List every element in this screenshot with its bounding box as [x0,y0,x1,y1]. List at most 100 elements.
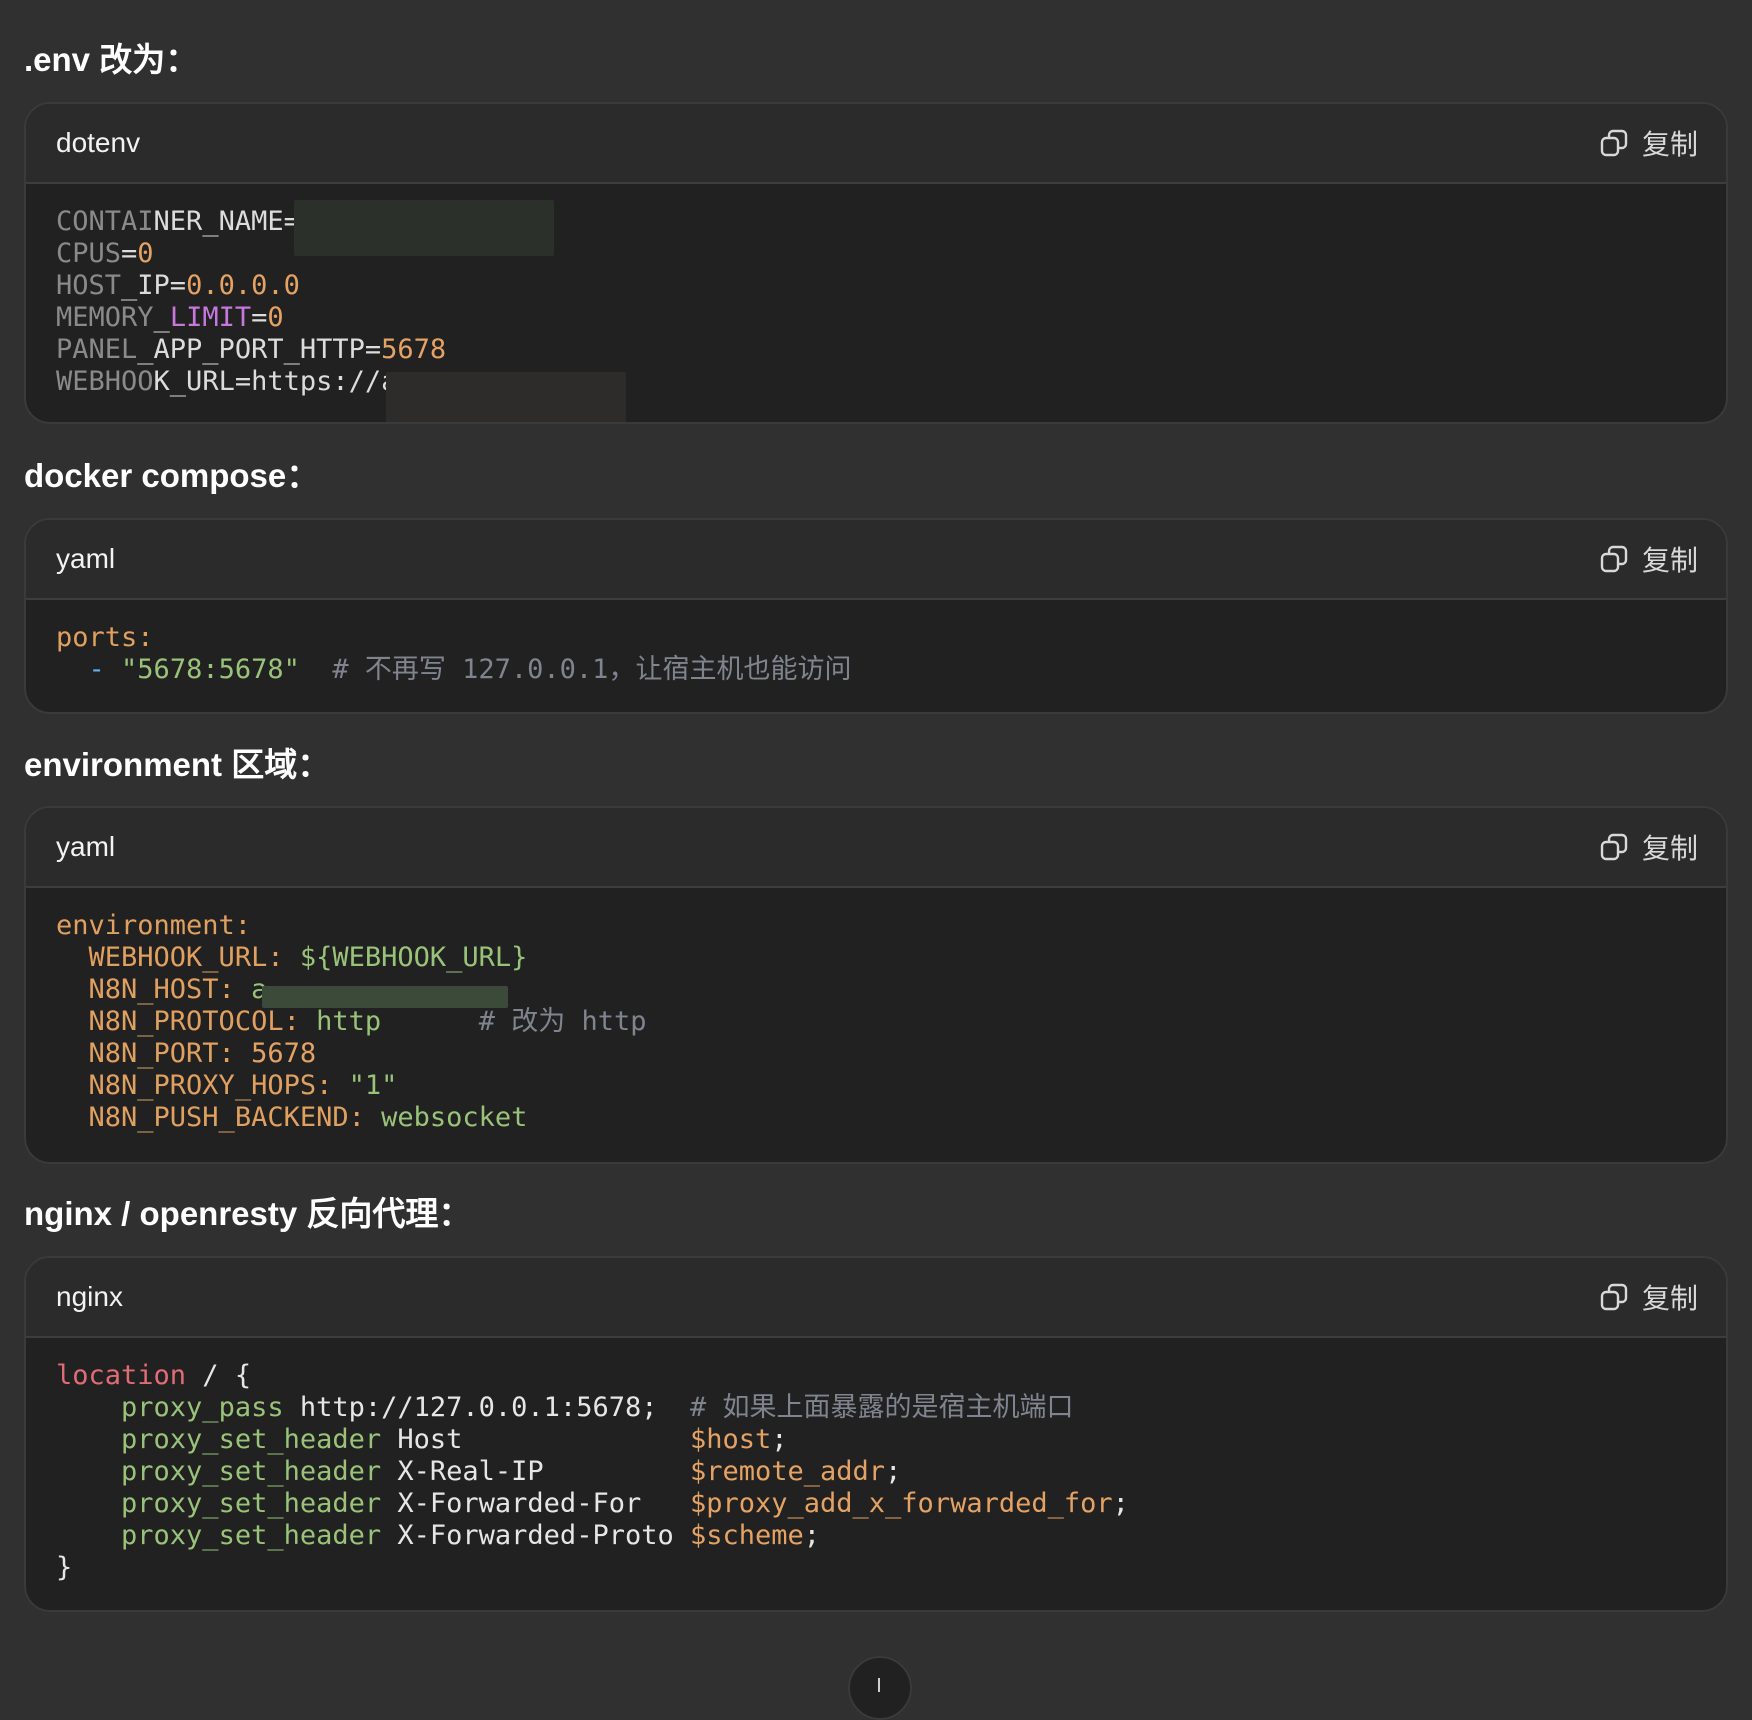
code-token: CPUS [56,238,122,269]
copy-icon [1600,545,1628,573]
code-block-header: yaml 复制 [26,520,1726,600]
code-language-label: nginx [56,1281,123,1312]
code-token: WEBHOOK_URL: [88,942,284,973]
code-token: proxy_set_header [121,1520,382,1551]
code-line: - "5678:5678" # 不再写 127.0.0.1，让宿主机也能访问 [56,654,1696,686]
code-token: CONTAI [56,206,154,237]
code-token: websocket [381,1102,528,1133]
code-line: ports: [56,622,1696,654]
code-token: proxy_set_header [121,1424,382,1455]
code-token: ports: [56,622,154,653]
section-heading: nginx / openresty 反向代理： [24,1195,472,1232]
code-token: _IP= [121,270,187,301]
code-token: N8N_HOST: [88,974,235,1005]
code-token: = [121,238,138,269]
code-token: _APP_PORT_HTTP= [137,334,382,365]
code-token: ${WEBHOOK_URL} [299,942,528,973]
code-block-yaml-environment: yaml 复制 environment: WEBHOOK_URL: ${WEBH… [24,806,1728,1164]
code-token: 0 [267,302,284,333]
code-line: WEBHOOK_URL: ${WEBHOOK_URL} [56,942,1696,974]
code-line: N8N_PUSH_BACKEND: websocket [56,1102,1696,1134]
code-token: 0.0.0.0 [186,270,300,301]
section-env: .env 改为： [24,38,1728,82]
code-line: N8N_PROTOCOL: http # 改为 http [56,1006,1696,1038]
copy-label: 复制 [1641,833,1698,864]
code-token: # 不再写 127.0.0.1，让宿主机也能访问 [332,654,852,685]
copy-code-button[interactable]: 复制 [1600,827,1698,867]
code-line: WEBHOOK_URL=https://a [56,366,1696,398]
code-token: K_URL=https://a [153,366,398,397]
code-token: # 如果上面暴露的是宿主机端口 [689,1392,1074,1423]
code-line: } [56,1552,1696,1584]
code-token: $host [689,1424,772,1455]
code-token: WEBHOO [56,366,154,397]
code-token: 5678 [381,334,447,365]
code-token: # 改为 http [478,1006,647,1037]
code-token: X-Real-IP [381,1456,690,1487]
section-docker-compose: docker compose： [24,454,1728,498]
code-token: X-Forwarded-Proto [381,1520,690,1551]
arrow-down-icon [878,1678,880,1692]
code-token: = [251,302,268,333]
copy-label: 复制 [1641,129,1698,160]
code-block-header: dotenv 复制 [26,104,1726,184]
code-token: http [316,1006,382,1037]
copy-code-button[interactable]: 复制 [1600,1277,1698,1317]
scroll-to-bottom-button[interactable] [848,1656,912,1720]
redacted-region [262,986,508,1008]
code-token: N8N_PROTOCOL: [88,1006,300,1037]
code-token: LIMIT [169,302,252,333]
code-line: PANEL_APP_PORT_HTTP=5678 [56,334,1696,366]
code-body: CONTAINER_NAME= CPUS=0 HOST_IP=0.0.0.0 MEMO… [26,184,1726,418]
copy-label: 复制 [1641,545,1698,576]
code-token: MEMORY [56,302,154,333]
code-body: environment: WEBHOOK_URL: ${WEBHOOK_URL}… [26,888,1726,1154]
redacted-region [294,200,554,256]
code-token: "1" [348,1070,398,1101]
copy-code-button[interactable]: 复制 [1600,539,1698,579]
code-token: 5678 [251,1038,317,1069]
section-environment: environment 区域： [24,743,1728,787]
code-block-yaml-ports: yaml 复制 ports: - "5678:5678" # 不再写 127.0… [24,518,1728,714]
code-token: "5678:5678" [121,654,300,685]
code-token: $scheme [689,1520,804,1551]
code-token: NER_NAME= [153,206,300,237]
copy-icon [1600,1283,1628,1311]
code-token: N8N_PUSH_BACKEND: [88,1102,365,1133]
code-block-header: nginx 复制 [26,1258,1726,1338]
copy-code-button[interactable]: 复制 [1600,123,1698,163]
code-token: $proxy_add_x_forwarded_for [689,1488,1113,1519]
code-token: ; [771,1424,788,1455]
code-body: location / { proxy_pass http://127.0.0.1… [26,1338,1726,1604]
code-token: _ [153,302,170,333]
code-token: - [88,654,105,685]
code-token: location [56,1360,187,1391]
code-block-header: yaml 复制 [26,808,1726,888]
code-line: N8N_PROXY_HOPS: "1" [56,1070,1696,1102]
code-token: proxy_set_header [121,1488,382,1519]
code-line: N8N_PORT: 5678 [56,1038,1696,1070]
code-line: MEMORY_LIMIT=0 [56,302,1696,334]
code-token: ; [885,1456,902,1487]
code-token: $remote_addr [689,1456,886,1487]
code-language-label: dotenv [56,127,141,158]
copy-icon [1600,129,1628,157]
code-token: N8N_PROXY_HOPS: [88,1070,333,1101]
section-heading: .env 改为： [24,41,199,78]
